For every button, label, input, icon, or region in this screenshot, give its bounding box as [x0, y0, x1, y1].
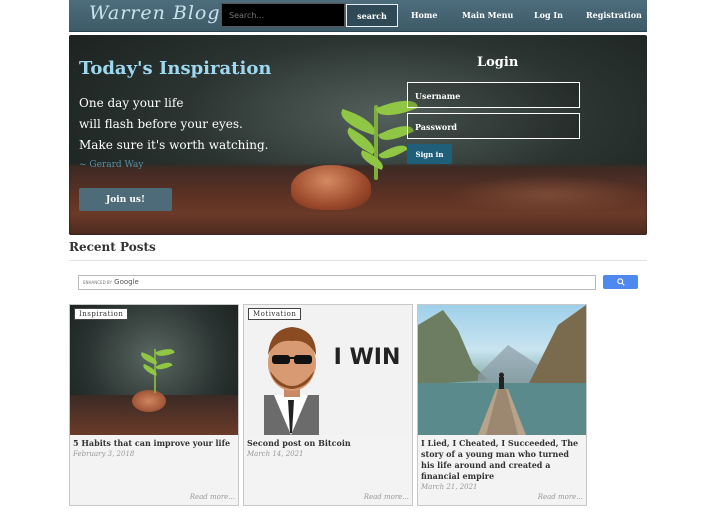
nav-login[interactable]: Log In: [534, 10, 563, 20]
read-more-link[interactable]: Read more...: [538, 493, 583, 501]
site-logo[interactable]: Warren Blog: [89, 2, 221, 24]
post-image[interactable]: I WIN: [244, 305, 412, 435]
category-badge[interactable]: Motivation: [248, 308, 302, 320]
quote-author: ~ Gerard Way: [79, 160, 144, 170]
post-date: February 3, 2018: [73, 450, 135, 458]
google-brand-label: Google: [114, 278, 139, 286]
post-image[interactable]: [418, 305, 586, 435]
quote-line: Make sure it's worth watching.: [79, 138, 269, 152]
image-text: I WIN: [333, 345, 401, 370]
search-icon: [616, 278, 625, 286]
enhanced-by-label: ENHANCED BY: [83, 280, 112, 285]
search-input[interactable]: [221, 3, 345, 27]
join-button[interactable]: Join us!: [79, 188, 172, 211]
signin-button[interactable]: Sign in: [407, 144, 452, 164]
nav-main-menu[interactable]: Main Menu: [462, 10, 513, 20]
search-button[interactable]: search: [346, 4, 398, 27]
sprout-image: [374, 105, 378, 180]
post-card[interactable]: Inspiration 5 Habits that can improve yo…: [69, 304, 239, 506]
lake-illustration: [418, 305, 586, 435]
nav-registration[interactable]: Registration: [586, 10, 642, 20]
divider: [69, 260, 647, 261]
category-badge[interactable]: Inspiration: [74, 308, 129, 320]
post-card[interactable]: I Lied, I Cheated, I Succeeded, The stor…: [417, 304, 587, 506]
navbar: Warren Blog search Home Main Menu Log In…: [69, 0, 647, 32]
login-title: Login: [477, 55, 519, 70]
post-title[interactable]: I Lied, I Cheated, I Succeeded, The stor…: [421, 438, 583, 482]
quote-line: will flash before your eyes.: [79, 117, 243, 131]
post-title[interactable]: Second post on Bitcoin: [247, 438, 409, 449]
post-date: March 21, 2021: [421, 483, 478, 491]
post-title[interactable]: 5 Habits that can improve your life: [73, 438, 235, 449]
google-search-input[interactable]: ENHANCED BY Google: [78, 275, 596, 290]
recent-posts-heading: Recent Posts: [69, 240, 156, 254]
google-search-button[interactable]: [603, 275, 638, 289]
hero-banner: Today's Inspiration One day your life wi…: [69, 35, 647, 235]
seed-image: [291, 165, 371, 210]
quote-line: One day your life: [79, 96, 184, 110]
nav-home[interactable]: Home: [411, 10, 437, 20]
read-more-link[interactable]: Read more...: [190, 493, 235, 501]
post-card[interactable]: I WIN Motivation Second post on Bitcoin …: [243, 304, 413, 506]
post-date: March 14, 2021: [247, 450, 304, 458]
hero-title: Today's Inspiration: [79, 58, 272, 79]
read-more-link[interactable]: Read more...: [364, 493, 409, 501]
password-field[interactable]: Password: [407, 113, 580, 139]
post-image[interactable]: [70, 305, 238, 435]
username-field[interactable]: Username: [407, 82, 580, 108]
